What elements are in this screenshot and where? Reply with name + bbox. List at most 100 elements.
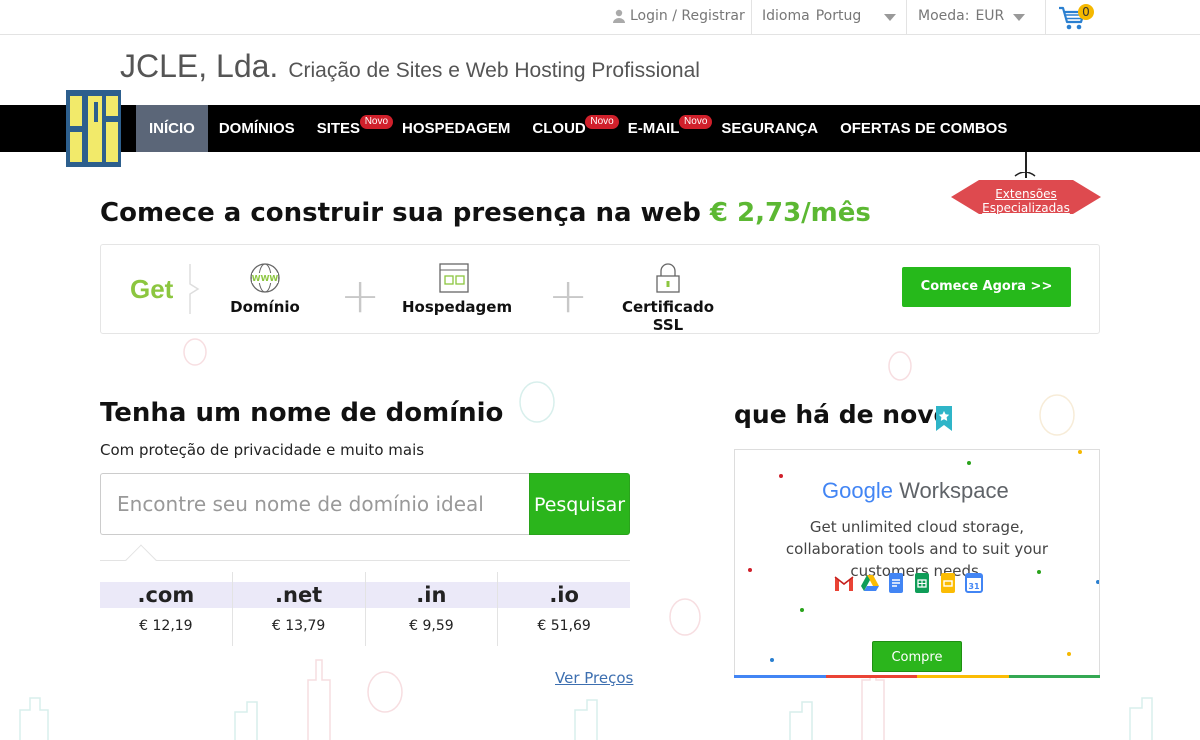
nav-items: INÍCIO DOMÍNIOS SITES Novo HOSPEDAGEM CLO… (136, 105, 1018, 152)
confetti (1096, 580, 1099, 584)
nav-label: INÍCIO (149, 120, 195, 137)
nav-label: SITES (316, 120, 361, 137)
login-label: Login / Registrar (630, 8, 745, 24)
plus-icon: + (548, 268, 589, 324)
top-bar: Login / Registrar Idioma Portug Moeda: E… (0, 0, 1200, 35)
google-color-bar (734, 675, 1100, 678)
tld-price: € 13,79 (271, 618, 326, 634)
tld-item-com[interactable]: .com € 12,19 (100, 572, 233, 646)
plus-icon: + (340, 268, 381, 324)
domain-search-input[interactable]: Encontre seu nome de domínio ideal (100, 473, 530, 535)
divider (751, 0, 752, 35)
gmail-icon (834, 576, 854, 591)
nav-item-ofertas[interactable]: OFERTAS DE COMBOS (829, 105, 1018, 152)
cart-count-badge: 0 (1078, 4, 1094, 20)
divider (906, 0, 907, 35)
tld-item-in[interactable]: .in € 9,59 (365, 572, 499, 646)
nav-label: CLOUD (532, 120, 586, 137)
domain-search-button[interactable]: Pesquisar (529, 473, 630, 535)
nav-item-seguranca[interactable]: SEGURANÇA (710, 105, 829, 152)
confetti (770, 658, 774, 662)
confetti (1067, 652, 1071, 656)
new-badge: Novo (679, 115, 713, 129)
feature-label: Certificado SSL (621, 298, 715, 334)
tld-name: .io (498, 582, 630, 608)
buy-button[interactable]: Compre (872, 641, 962, 672)
google-wordmark: Google (822, 478, 893, 503)
workspace-apps: 31 (834, 572, 984, 594)
svg-text:31: 31 (968, 582, 980, 591)
new-badge: Novo (585, 115, 619, 129)
currency-select[interactable]: Moeda: EUR (918, 8, 1004, 24)
site-logo[interactable] (66, 90, 121, 167)
feature-ssl: Certificado SSL (608, 262, 728, 334)
chevron-right-icon (189, 264, 200, 314)
feature-label: Domínio (230, 298, 300, 316)
language-chevron-down-icon (884, 14, 896, 21)
pointer-notch (125, 544, 157, 576)
confetti (779, 474, 783, 478)
news-section-title: que há de novo (734, 400, 951, 429)
feature-hosting: Hospedagem (402, 262, 512, 316)
slides-icon (941, 573, 955, 593)
feature-label: Hospedagem (402, 298, 513, 316)
currency-value: EUR (975, 8, 1005, 24)
docs-icon (889, 573, 903, 593)
nav-label: HOSPEDAGEM (402, 120, 511, 137)
nav-label: E-MAIL (627, 120, 680, 137)
tld-name: .in (365, 582, 498, 608)
hero-title-text: Comece a construir sua presença na web (100, 198, 701, 228)
tld-price-list: .com € 12,19 .net € 13,79 .in € 9,59 .io… (100, 572, 630, 646)
divider (100, 560, 630, 561)
language-label: Idioma (762, 8, 810, 24)
feature-domain: WWW Domínio (222, 262, 308, 316)
confetti (967, 461, 971, 465)
currency-chevron-down-icon (1013, 14, 1025, 21)
svg-text:WWW: WWW (252, 274, 279, 283)
nav-item-email[interactable]: E-MAIL Novo (617, 105, 713, 152)
workspace-wordmark: Workspace (899, 478, 1009, 503)
tld-item-net[interactable]: .net € 13,79 (232, 572, 366, 646)
extension-tag-link[interactable]: Extensões Especializadas (951, 187, 1101, 215)
currency-label: Moeda: (918, 8, 970, 24)
see-prices-link[interactable]: Ver Preços (555, 669, 633, 687)
nav-label: SEGURANÇA (721, 120, 819, 137)
globe-www-icon: WWW (250, 263, 280, 293)
brand: JCLE, Lda. Criação de Sites e Web Hostin… (120, 48, 700, 85)
tld-price: € 12,19 (139, 618, 193, 634)
lock-icon (656, 263, 680, 293)
company-tagline: Criação de Sites e Web Hosting Profissio… (288, 59, 700, 82)
get-label: Get (130, 274, 174, 304)
hosting-window-icon (439, 263, 469, 293)
nav-item-sites[interactable]: SITES Novo (306, 105, 394, 152)
confetti (1078, 450, 1082, 454)
nav-label: DOMÍNIOS (218, 120, 295, 137)
hero-title: Comece a construir sua presença na web €… (100, 198, 871, 228)
domain-section-title: Tenha um nome de domínio (100, 398, 504, 428)
language-value: Portug (815, 8, 862, 24)
nav-item-dominios[interactable]: DOMÍNIOS (208, 105, 306, 152)
nav-item-cloud[interactable]: CLOUD Novo (521, 105, 619, 152)
language-select[interactable]: Idioma Portug (762, 8, 862, 24)
tld-name: .com (100, 582, 232, 608)
google-workspace-logo: Google Workspace (822, 478, 1009, 504)
tld-item-io[interactable]: .io € 51,69 (498, 572, 630, 646)
hero-price: € 2,73/mês (709, 198, 871, 228)
tld-price: € 9,59 (409, 618, 454, 634)
nav-item-inicio[interactable]: INÍCIO (136, 105, 208, 152)
star-bookmark-icon (936, 406, 952, 431)
start-now-button[interactable]: Comece Agora >> (902, 267, 1071, 307)
tld-name: .net (232, 582, 365, 608)
drive-icon (861, 575, 879, 591)
nav-item-hospedagem[interactable]: HOSPEDAGEM (391, 105, 521, 152)
nav-label: OFERTAS DE COMBOS (840, 120, 1008, 137)
new-badge: Novo (359, 115, 394, 129)
domain-section-subtitle: Com proteção de privacidade e muito mais (100, 441, 425, 459)
sheets-icon (915, 573, 929, 593)
calendar-icon: 31 (965, 573, 983, 593)
confetti (800, 608, 804, 612)
login-register-link[interactable]: Login / Registrar (612, 8, 745, 24)
divider (1045, 0, 1046, 35)
tld-price: € 51,69 (537, 618, 591, 634)
user-icon (613, 9, 625, 23)
